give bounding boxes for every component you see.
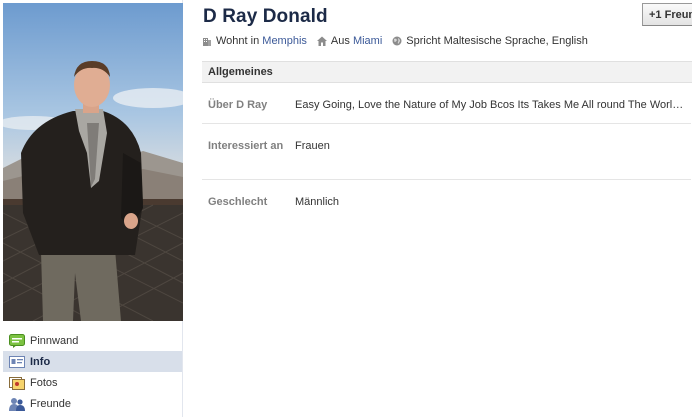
info-row-about: Über D Ray Easy Going, Love the Nature o… <box>202 98 692 118</box>
nav-item-info[interactable]: Info <box>3 351 182 372</box>
lives-in-prefix: Wohnt in <box>216 35 260 47</box>
hometown: Aus Miami <box>316 35 382 47</box>
profile-name: D Ray Donald <box>203 6 328 27</box>
hometown-city-link[interactable]: Miami <box>353 35 382 47</box>
divider <box>202 123 691 124</box>
nav-label: Info <box>30 355 51 368</box>
info-label: Interessiert an <box>208 140 284 152</box>
info-row-gender: Geschlecht Männlich <box>202 195 692 215</box>
building-icon <box>202 36 212 46</box>
info-label: Geschlecht <box>208 196 268 208</box>
wall-icon <box>9 333 25 348</box>
nav-item-friends[interactable]: Freunde <box>3 393 182 414</box>
globe-icon <box>392 36 402 46</box>
lives-in: Wohnt in Memphis <box>202 35 307 47</box>
profile-info-line: Wohnt in Memphis Aus Miami Spricht Malte… <box>202 35 598 47</box>
languages-text: Spricht Maltesische Sprache, English <box>406 35 588 47</box>
section-header-general: Allgemeines <box>202 61 692 83</box>
nav-item-photos[interactable]: Fotos <box>3 372 182 393</box>
info-value: Männlich <box>295 196 340 208</box>
nav-item-wall[interactable]: Pinnwand <box>3 330 182 351</box>
info-icon <box>9 355 25 369</box>
photos-icon <box>9 376 25 390</box>
profile-nav: Pinnwand Info Fotos Freunde <box>3 330 182 414</box>
nav-label: Freunde <box>30 397 71 410</box>
info-value: Easy Going, Love the Nature of My Job Bc… <box>295 99 687 111</box>
nav-label: Fotos <box>30 376 58 389</box>
friend-button-label: +1 Freun <box>649 8 692 21</box>
info-value: Frauen <box>295 140 330 152</box>
left-column: Pinnwand Info Fotos Freunde <box>0 0 183 417</box>
languages: Spricht Maltesische Sprache, English <box>392 35 588 47</box>
info-row-interested-in: Interessiert an Frauen <box>202 139 692 171</box>
divider <box>202 179 691 180</box>
nav-label: Pinnwand <box>30 334 79 347</box>
profile-main: D Ray Donald +1 Freun Wohnt in Memphis A… <box>183 0 692 417</box>
lives-in-city-link[interactable]: Memphis <box>262 35 307 47</box>
house-icon <box>316 36 327 46</box>
friends-icon <box>9 397 25 411</box>
profile-photo[interactable] <box>3 3 183 321</box>
info-label: Über D Ray <box>208 99 268 111</box>
add-friend-button[interactable]: +1 Freun <box>642 3 692 26</box>
hometown-prefix: Aus <box>330 35 350 47</box>
